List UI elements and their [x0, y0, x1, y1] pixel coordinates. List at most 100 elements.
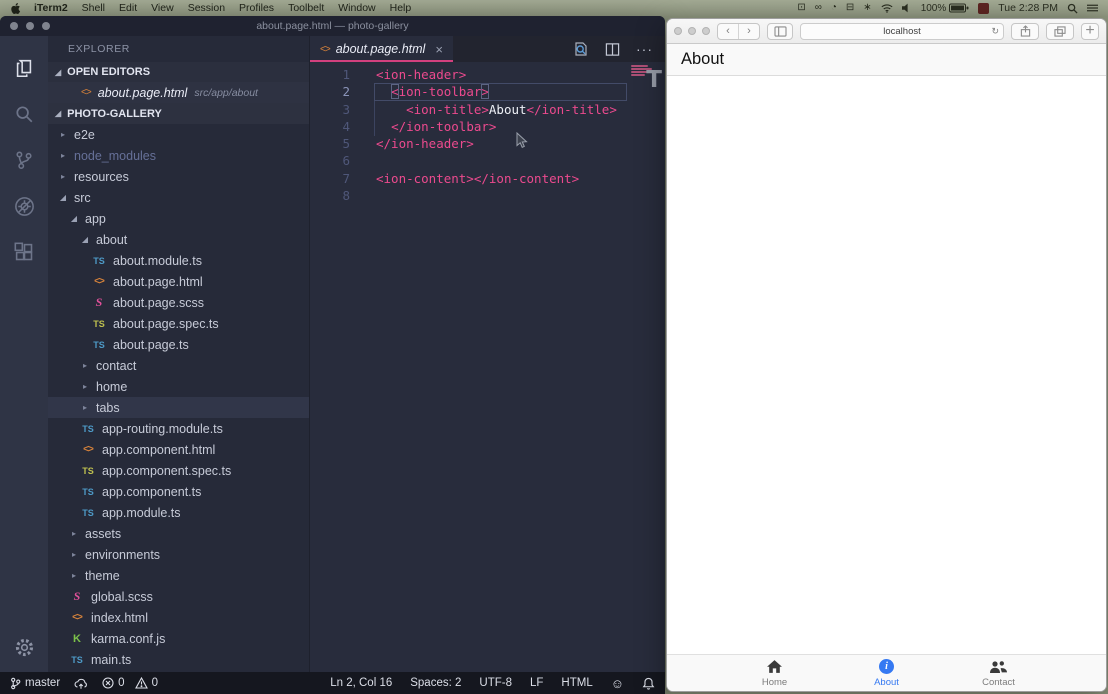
- app-dot-icon[interactable]: [978, 3, 989, 14]
- tab-overview-button[interactable]: [1046, 23, 1074, 40]
- spotlight-icon[interactable]: [1067, 3, 1078, 14]
- reload-icon[interactable]: ↻: [991, 26, 999, 37]
- problems-indicator[interactable]: 0 0: [102, 677, 158, 689]
- share-button[interactable]: [1011, 23, 1039, 40]
- open-editors-section[interactable]: ◢ OPEN EDITORS: [48, 62, 309, 82]
- open-editor-item[interactable]: <> about.page.html src/app/about: [48, 82, 309, 103]
- tree-item-app-module-ts[interactable]: TSapp.module.ts: [48, 502, 309, 523]
- menu-item-help[interactable]: Help: [390, 2, 412, 14]
- minimize-window-button[interactable]: [688, 27, 696, 35]
- volume-icon[interactable]: [902, 3, 912, 13]
- menu-item-profiles[interactable]: Profiles: [239, 2, 274, 14]
- airplay-icon[interactable]: ⊟: [846, 3, 854, 13]
- minimap[interactable]: T: [629, 64, 663, 214]
- tree-item-e2e[interactable]: ▸e2e: [48, 124, 309, 145]
- tab-about[interactable]: iAbout: [831, 659, 943, 688]
- input-icon[interactable]: ∗: [863, 3, 871, 13]
- notification-center-icon[interactable]: [1087, 3, 1098, 13]
- sync-button[interactable]: [74, 677, 88, 690]
- tree-item-global-scss[interactable]: Sglobal.scss: [48, 586, 309, 607]
- tree-item-node-modules[interactable]: ▸node_modules: [48, 145, 309, 166]
- tree-item-app-component-spec-ts[interactable]: TSapp.component.spec.ts: [48, 460, 309, 481]
- sidebar-toggle-button[interactable]: [767, 23, 793, 40]
- menu-item-toolbelt[interactable]: Toolbelt: [288, 2, 324, 14]
- cloud-upload-icon: [74, 677, 88, 690]
- line-number: 2: [310, 83, 362, 100]
- git-branch-indicator[interactable]: master: [10, 677, 60, 690]
- battery-indicator[interactable]: 100%: [921, 3, 970, 14]
- tree-item-about-page-html[interactable]: <>about.page.html: [48, 271, 309, 292]
- tree-item-about-page-scss[interactable]: Sabout.page.scss: [48, 292, 309, 313]
- vscode-title-bar[interactable]: about.page.html — photo-gallery: [0, 16, 665, 36]
- debug-icon[interactable]: [0, 183, 48, 229]
- tree-item-main-ts[interactable]: TSmain.ts: [48, 649, 309, 670]
- vscode-window-title: about.page.html — photo-gallery: [0, 20, 665, 32]
- project-section[interactable]: ◢ PHOTO-GALLERY: [48, 103, 309, 124]
- tree-item-assets[interactable]: ▸assets: [48, 523, 309, 544]
- warning-count: 0: [152, 677, 158, 689]
- new-tab-button[interactable]: +: [1081, 23, 1099, 40]
- tab-contact[interactable]: Contact: [943, 659, 1055, 688]
- menu-item-iterm2[interactable]: iTerm2: [34, 2, 68, 14]
- tree-item-app-routing-module-ts[interactable]: TSapp-routing.module.ts: [48, 418, 309, 439]
- zoom-window-button[interactable]: [702, 27, 710, 35]
- menu-item-window[interactable]: Window: [338, 2, 375, 14]
- tree-item-environments[interactable]: ▸environments: [48, 544, 309, 565]
- back-button[interactable]: ‹: [718, 24, 738, 39]
- tree-item-label: home: [96, 380, 127, 394]
- menu-item-view[interactable]: View: [151, 2, 174, 14]
- apple-menu-icon[interactable]: [10, 2, 23, 15]
- tree-item-about-page-spec-ts[interactable]: TSabout.page.spec.ts: [48, 313, 309, 334]
- source-control-icon[interactable]: [0, 137, 48, 183]
- settings-gear-icon[interactable]: [0, 624, 48, 670]
- tree-item-tabs[interactable]: ▸tabs: [48, 397, 309, 418]
- tree-item-resources[interactable]: ▸resources: [48, 166, 309, 187]
- line-content: </ion-toolbar>: [374, 118, 627, 135]
- find-in-file-icon[interactable]: [573, 41, 589, 57]
- search-icon[interactable]: [0, 91, 48, 137]
- tree-item-app-component-ts[interactable]: TSapp.component.ts: [48, 481, 309, 502]
- tree-item-src[interactable]: ◢src: [48, 187, 309, 208]
- menu-item-shell[interactable]: Shell: [82, 2, 105, 14]
- menu-item-session[interactable]: Session: [188, 2, 225, 14]
- url-text: localhost: [883, 26, 921, 37]
- tree-item-theme[interactable]: ▸theme: [48, 565, 309, 586]
- code-editor[interactable]: 1<ion-header>2 <ion-toolbar>3 <ion-title…: [310, 62, 665, 672]
- tree-item-home[interactable]: ▸home: [48, 376, 309, 397]
- tab-home[interactable]: Home: [719, 659, 831, 688]
- encoding-setting[interactable]: UTF-8: [479, 677, 512, 689]
- language-mode[interactable]: HTML: [561, 677, 592, 689]
- explorer-icon[interactable]: [0, 45, 48, 91]
- close-window-button[interactable]: [674, 27, 682, 35]
- code-line-7: 7<ion-content></ion-content>: [310, 170, 627, 187]
- tree-item-app[interactable]: ◢app: [48, 208, 309, 229]
- menu-bar-clock[interactable]: Tue 2:28 PM: [998, 2, 1058, 14]
- tree-item-label: theme: [85, 569, 120, 583]
- feedback-smiley-icon[interactable]: ☺: [611, 676, 624, 691]
- tab-about-page-html[interactable]: <> about.page.html ×: [310, 36, 453, 62]
- glasses-icon[interactable]: ∞: [815, 3, 822, 13]
- address-bar[interactable]: localhost ↻: [800, 23, 1004, 40]
- tree-item-karma-conf-js[interactable]: Kkarma.conf.js: [48, 628, 309, 649]
- notifications-bell-icon[interactable]: [642, 677, 655, 690]
- tree-item-about[interactable]: ◢about: [48, 229, 309, 250]
- tree-item-about-page-ts[interactable]: TSabout.page.ts: [48, 334, 309, 355]
- open-editors-label: OPEN EDITORS: [67, 66, 150, 78]
- timer-icon[interactable]: ◔: [831, 3, 837, 13]
- cursor-position[interactable]: Ln 2, Col 16: [330, 677, 392, 689]
- screenshot-icon[interactable]: ⊡: [797, 3, 805, 13]
- indentation-setting[interactable]: Spaces: 2: [410, 677, 461, 689]
- browser-traffic-lights: [674, 27, 710, 35]
- tab-close-icon[interactable]: ×: [435, 42, 443, 57]
- forward-button[interactable]: ›: [738, 24, 759, 39]
- menu-item-edit[interactable]: Edit: [119, 2, 137, 14]
- tree-item-about-module-ts[interactable]: TSabout.module.ts: [48, 250, 309, 271]
- extensions-icon[interactable]: [0, 229, 48, 275]
- eol-setting[interactable]: LF: [530, 677, 543, 689]
- wifi-icon[interactable]: [881, 3, 893, 13]
- tree-item-app-component-html[interactable]: <>app.component.html: [48, 439, 309, 460]
- split-editor-icon[interactable]: [605, 42, 620, 57]
- tree-item-index-html[interactable]: <>index.html: [48, 607, 309, 628]
- tree-item-contact[interactable]: ▸contact: [48, 355, 309, 376]
- more-actions-icon[interactable]: ···: [636, 41, 653, 57]
